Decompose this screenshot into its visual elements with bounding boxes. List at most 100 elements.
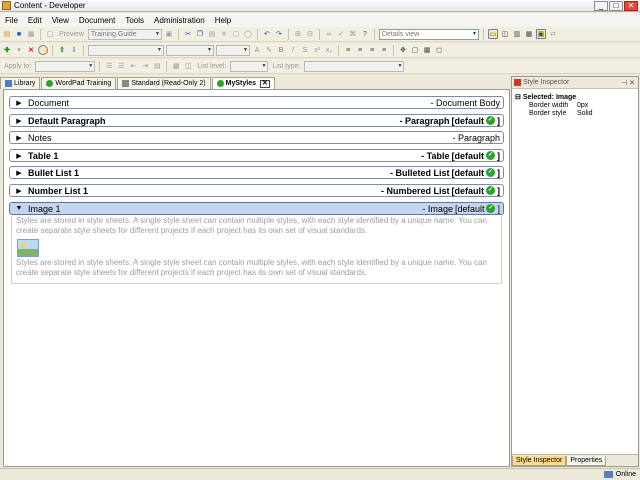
table-icon[interactable]: ▦ [422, 45, 432, 55]
close-tab-icon[interactable]: ✕ [260, 79, 270, 88]
inspector-selection[interactable]: ⊟ Selected: Image [512, 89, 638, 102]
tab-standard[interactable]: Standard (Read-Only 2) [117, 77, 211, 89]
binoculars-icon[interactable]: ∞ [324, 29, 334, 39]
preview-icon[interactable]: ▢ [45, 29, 55, 39]
expand-arrow-icon[interactable]: ▶ [10, 134, 28, 142]
sync-icon[interactable]: ⇄ [548, 29, 558, 39]
menu-edit[interactable]: Edit [23, 16, 47, 25]
list-grid-icon[interactable]: ▦ [171, 61, 181, 71]
style-row-bullet-list-1[interactable]: ▶ Bullet List 1 - Bulleted List [default… [9, 166, 504, 179]
align-right-icon[interactable]: ≡ [367, 45, 377, 55]
style-row-default-paragraph[interactable]: ▶ Default Paragraph - Paragraph [default… [9, 114, 504, 127]
inspector-toggle-icon[interactable]: ▣ [535, 29, 546, 39]
replace-icon[interactable]: ◯ [243, 29, 253, 39]
expand-all-icon[interactable]: ⊞ [293, 29, 303, 39]
box-icon[interactable]: ◻ [434, 45, 444, 55]
expand-arrow-icon[interactable]: ▶ [10, 117, 28, 125]
open-icon[interactable]: ▤ [2, 29, 12, 39]
text-color-icon[interactable]: A [252, 45, 262, 55]
list-number-icon[interactable]: ☰ [116, 61, 126, 71]
list-bullet-icon[interactable]: ☰ [104, 61, 114, 71]
collapse-all-icon[interactable]: ⊟ [305, 29, 315, 39]
tab-properties[interactable]: Properties [566, 456, 607, 466]
export-icon[interactable]: ⇪ [57, 45, 67, 55]
style-combo[interactable] [88, 44, 164, 56]
list-split-icon[interactable]: ◫ [183, 61, 193, 71]
find-icon[interactable]: ▢ [231, 29, 241, 39]
collapse-icon[interactable]: ⊟ [515, 93, 521, 101]
tab-style-inspector[interactable]: Style Inspector [512, 456, 567, 466]
check-icon: ✓ [486, 151, 495, 160]
maximize-button[interactable]: □ [609, 0, 623, 11]
indent-icon[interactable]: ⇥ [140, 61, 150, 71]
close-button[interactable]: ✕ [624, 0, 638, 11]
check-icon[interactable]: ✓ [38, 45, 48, 55]
font-combo[interactable] [166, 44, 214, 56]
spellcheck-icon[interactable]: ✓ [336, 29, 346, 39]
border-icon[interactable]: ▢ [410, 45, 420, 55]
profile-combo[interactable]: Training Guide [87, 28, 162, 40]
list-level-combo[interactable] [230, 60, 269, 72]
menu-administration[interactable]: Administration [149, 16, 210, 25]
align-justify-icon[interactable]: ≡ [379, 45, 389, 55]
add-icon[interactable]: ✚ [2, 45, 12, 55]
align-center-icon[interactable]: ≡ [355, 45, 365, 55]
save-icon[interactable]: ■ [14, 29, 24, 39]
subscript-icon[interactable]: x₂ [324, 45, 334, 55]
style-row-number-list-1[interactable]: ▶ Number List 1 - Numbered List [default… [9, 184, 504, 197]
menu-tools[interactable]: Tools [120, 16, 149, 25]
menu-document[interactable]: Document [74, 16, 120, 25]
list-type-combo[interactable] [304, 60, 405, 72]
apply-to-combo[interactable] [35, 60, 96, 72]
layout-grid-icon[interactable]: ▦ [524, 29, 534, 39]
tag-icon[interactable]: ⌘ [348, 29, 358, 39]
cut-icon[interactable]: ✂ [183, 29, 193, 39]
property-key: Border style [529, 110, 567, 117]
refresh-icon[interactable]: ▣ [164, 29, 174, 39]
tab-wordpad-training[interactable]: WordPad Training [41, 77, 117, 89]
undo-icon[interactable]: ↶ [262, 29, 272, 39]
expand-arrow-icon[interactable]: ▶ [10, 99, 28, 107]
layout-columns-icon[interactable]: ▥ [512, 29, 522, 39]
preview-label[interactable]: Preview [57, 31, 86, 38]
highlight-icon[interactable]: ✎ [264, 45, 274, 55]
import-icon[interactable]: ⇩ [69, 45, 79, 55]
layout-split-icon[interactable]: ◫ [500, 29, 510, 39]
help-icon[interactable]: ? [360, 29, 370, 39]
list-clear-icon[interactable]: ▤ [152, 61, 162, 71]
align-left-icon[interactable]: ≡ [343, 45, 353, 55]
layout-single-icon[interactable]: ▭ [487, 29, 498, 39]
minimize-button[interactable]: _ [594, 0, 608, 11]
style-row-document[interactable]: ▶ Document - Document Body [9, 96, 504, 109]
property-value: 0px [577, 102, 589, 109]
copy-icon[interactable]: ❐ [195, 29, 205, 39]
close-icon[interactable]: ✕ [629, 79, 635, 87]
italic-icon[interactable]: I [288, 45, 298, 55]
pin-icon[interactable]: ⊣ [621, 79, 627, 87]
style-row-notes[interactable]: ▶ Notes - Paragraph [9, 131, 504, 144]
outdent-icon[interactable]: ⇤ [128, 61, 138, 71]
menu-view[interactable]: View [47, 16, 74, 25]
collapse-arrow-icon[interactable]: ▼ [10, 205, 28, 212]
paste-icon[interactable]: ▤ [207, 29, 217, 39]
style-row-image-1[interactable]: ▼ Image 1 - Image [default ✓] [9, 202, 504, 215]
size-combo[interactable] [216, 44, 250, 56]
redo-icon[interactable]: ↷ [274, 29, 284, 39]
expand-arrow-icon[interactable]: ▶ [10, 187, 28, 195]
style-row-table-1[interactable]: ▶ Table 1 - Table [default ✓] [9, 149, 504, 162]
print-icon[interactable]: ▦ [26, 29, 36, 39]
delete-icon[interactable]: ✕ [219, 29, 229, 39]
superscript-icon[interactable]: x² [312, 45, 322, 55]
strike-icon[interactable]: S [300, 45, 310, 55]
expand-arrow-icon[interactable]: ▶ [10, 169, 28, 177]
tab-mystyles[interactable]: MyStyles ✕ [211, 77, 275, 89]
remove-icon[interactable]: ✕ [26, 45, 36, 55]
move-icon[interactable]: ✥ [398, 45, 408, 55]
menu-file[interactable]: File [0, 16, 23, 25]
view-combo[interactable]: Details view [378, 28, 479, 40]
tab-library[interactable]: Library [0, 77, 41, 89]
expand-arrow-icon[interactable]: ▶ [10, 152, 28, 160]
bold-icon[interactable]: B [276, 45, 286, 55]
menu-help[interactable]: Help [210, 16, 236, 25]
dropdown-arrow-icon[interactable]: ▾ [14, 45, 24, 55]
